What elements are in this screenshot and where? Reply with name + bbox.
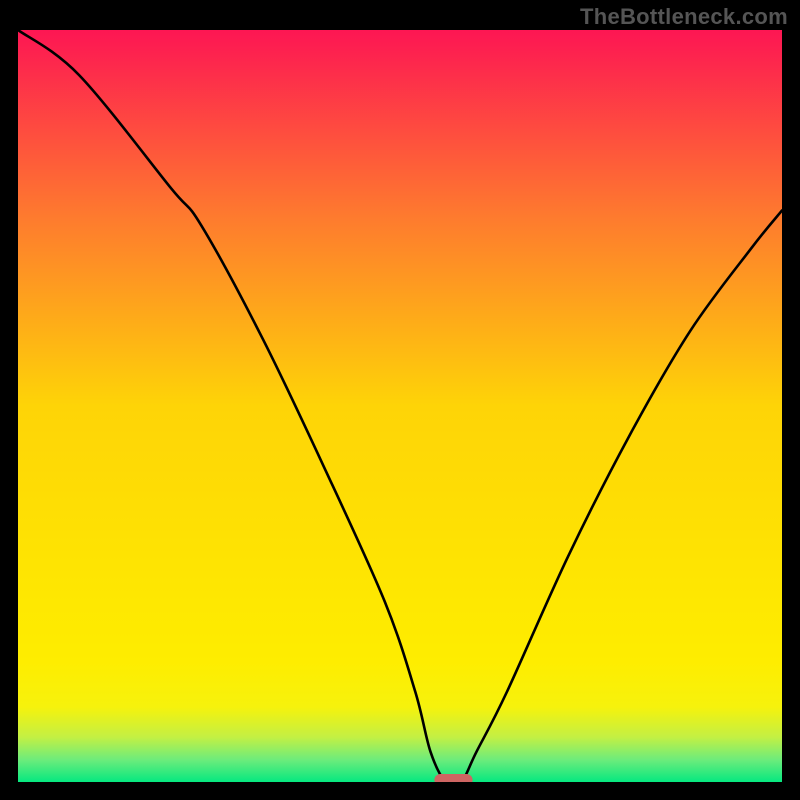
plot-area (18, 30, 782, 782)
optimal-marker (434, 774, 472, 782)
chart-frame: TheBottleneck.com (0, 0, 800, 800)
chart-svg (18, 30, 782, 782)
gradient-background (18, 30, 782, 782)
watermark-text: TheBottleneck.com (580, 4, 788, 30)
